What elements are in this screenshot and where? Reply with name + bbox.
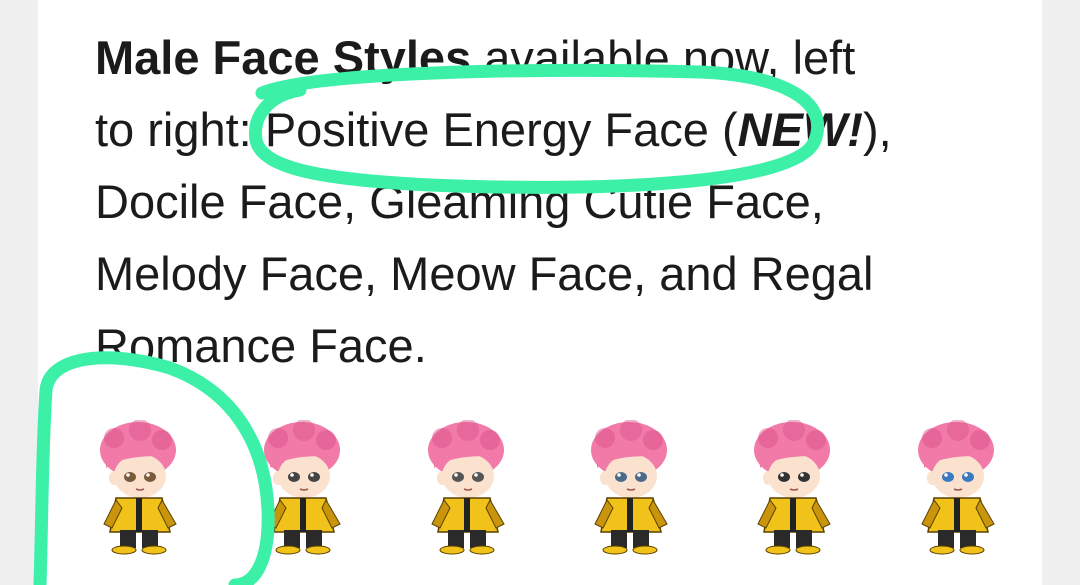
bold-title: Male Face Styles xyxy=(95,31,472,84)
character-sprite xyxy=(746,419,841,555)
line2-paren: ( xyxy=(708,103,738,156)
character-sprite xyxy=(92,419,187,555)
text-line-2: to right: Positive Energy Face (NEW!), xyxy=(95,94,995,166)
post-text: Male Face Styles available now, left to … xyxy=(95,22,995,382)
character-sprite xyxy=(583,419,678,555)
line1-rest: available now, left xyxy=(471,31,856,84)
line2-start: to right: xyxy=(95,103,265,156)
new-tag: NEW! xyxy=(737,103,863,156)
line2-end: ), xyxy=(862,103,892,156)
character-sprite xyxy=(910,419,1005,555)
text-line-3: Docile Face, Gleaming Cutie Face, xyxy=(95,175,824,228)
text-line-5: Romance Face. xyxy=(95,319,427,372)
highlighted-face-name: Positive Energy Face xyxy=(264,103,709,156)
text-line-4: Melody Face, Meow Face, and Regal xyxy=(95,247,874,300)
character-row xyxy=(0,419,1080,570)
character-sprite xyxy=(256,419,351,555)
character-sprite xyxy=(420,419,515,555)
text-line-1: Male Face Styles available now, left xyxy=(95,22,995,94)
